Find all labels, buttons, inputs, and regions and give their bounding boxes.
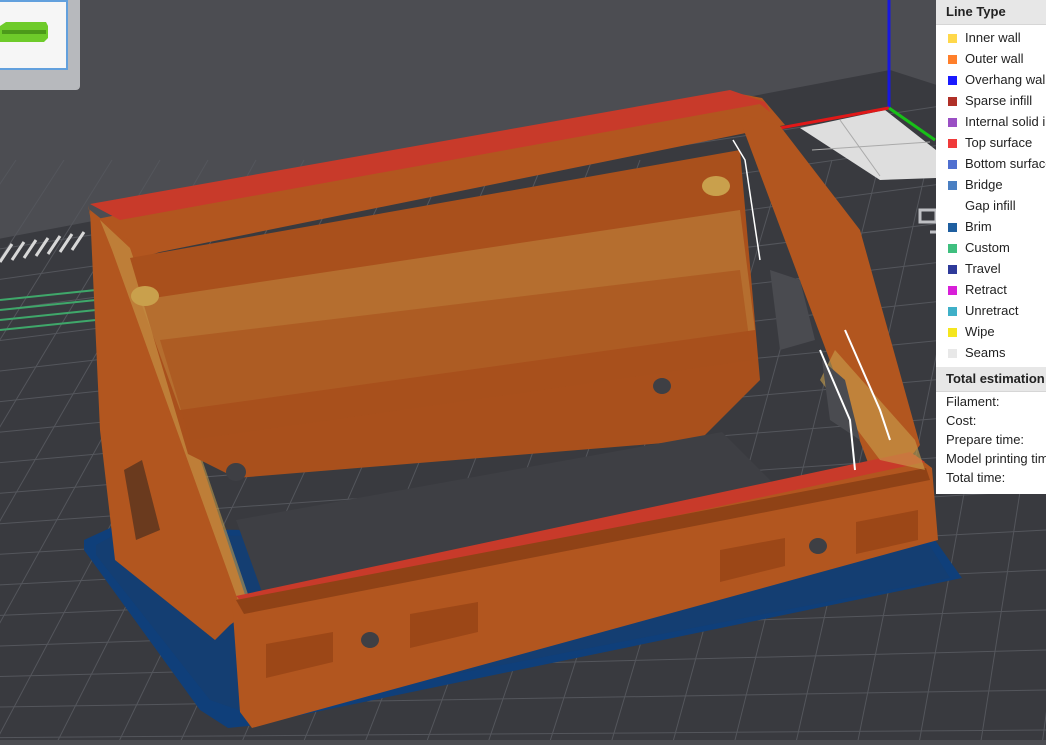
color-swatch xyxy=(948,34,957,43)
screw-hole xyxy=(361,632,379,648)
color-swatch xyxy=(948,55,957,64)
line-type-label: Seams xyxy=(965,345,1006,360)
3d-viewport[interactable] xyxy=(0,0,1046,745)
plate-thumbnail-panel[interactable] xyxy=(0,0,80,90)
color-swatch xyxy=(948,307,957,316)
line-type-item[interactable]: Top surface xyxy=(936,132,1046,153)
color-swatch xyxy=(948,118,957,127)
line-type-item[interactable]: Unretract xyxy=(936,300,1046,321)
estimation-row: Cost: xyxy=(946,413,977,428)
estimation-row: Total time: xyxy=(946,470,1006,485)
line-type-label: Bottom surface xyxy=(965,156,1046,171)
line-type-item[interactable]: Retract xyxy=(936,279,1046,300)
legend-panel: Line Type Inner wall Outer wall Overhang w… xyxy=(936,0,1046,494)
line-type-label: Custom xyxy=(965,240,1010,255)
line-type-label: Top surface xyxy=(965,135,1033,150)
scene-svg xyxy=(0,0,1046,745)
line-type-list: Inner wall Outer wall Overhang wall Sparse … xyxy=(936,25,1046,363)
estimation-row: Prepare time: xyxy=(946,432,1025,447)
line-type-item[interactable]: Seams xyxy=(936,342,1046,363)
color-swatch xyxy=(948,97,957,106)
line-type-item[interactable]: Internal solid infill xyxy=(936,111,1046,132)
color-swatch xyxy=(948,265,957,274)
line-type-item[interactable]: Bottom surface xyxy=(936,153,1046,174)
color-swatch xyxy=(948,349,957,358)
line-type-item[interactable]: Gap infill xyxy=(936,195,1046,216)
color-swatch xyxy=(948,328,957,337)
line-type-item[interactable]: Wipe xyxy=(936,321,1046,342)
line-type-header[interactable]: Line Type xyxy=(936,0,1046,25)
line-type-item[interactable]: Overhang wall xyxy=(936,69,1046,90)
estimation-list: Filament: Cost: Prepare time: Model printin… xyxy=(936,392,1046,487)
line-type-label: Brim xyxy=(965,219,992,234)
line-type-item[interactable]: Inner wall xyxy=(936,27,1046,48)
line-type-item[interactable]: Bridge xyxy=(936,174,1046,195)
total-estimation-header: Total estimation xyxy=(936,367,1046,392)
color-swatch xyxy=(948,223,957,232)
boss xyxy=(131,286,159,306)
boss xyxy=(702,176,730,196)
line-type-label: Unretract xyxy=(965,303,1019,318)
line-type-item[interactable]: Brim xyxy=(936,216,1046,237)
line-type-label: Inner wall xyxy=(965,30,1021,45)
line-type-label: Sparse infill xyxy=(965,93,1033,108)
line-type-label: Retract xyxy=(965,282,1007,297)
thumbnail-model xyxy=(0,22,48,42)
screw-hole xyxy=(653,378,671,394)
line-type-label: Overhang wall xyxy=(965,72,1046,87)
color-swatch xyxy=(948,202,957,211)
color-swatch xyxy=(948,244,957,253)
line-type-item[interactable]: Custom xyxy=(936,237,1046,258)
estimation-row: Model printing time: xyxy=(946,451,1046,466)
line-type-label: Travel xyxy=(965,261,1001,276)
color-swatch xyxy=(948,139,957,148)
plate-thumbnail[interactable] xyxy=(0,0,68,70)
color-swatch xyxy=(948,160,957,169)
color-swatch xyxy=(948,286,957,295)
line-type-item[interactable]: Travel xyxy=(936,258,1046,279)
line-type-label: Wipe xyxy=(965,324,995,339)
color-swatch xyxy=(948,76,957,85)
line-type-label: Outer wall xyxy=(965,51,1024,66)
line-type-item[interactable]: Outer wall xyxy=(936,48,1046,69)
color-swatch xyxy=(948,181,957,190)
line-type-label: Internal solid infill xyxy=(965,114,1046,129)
line-type-label: Gap infill xyxy=(965,198,1016,213)
screw-hole xyxy=(809,538,827,554)
line-type-item[interactable]: Sparse infill xyxy=(936,90,1046,111)
screw-hole xyxy=(226,463,246,481)
estimation-row: Filament: xyxy=(946,394,1000,409)
line-type-label: Bridge xyxy=(965,177,1003,192)
